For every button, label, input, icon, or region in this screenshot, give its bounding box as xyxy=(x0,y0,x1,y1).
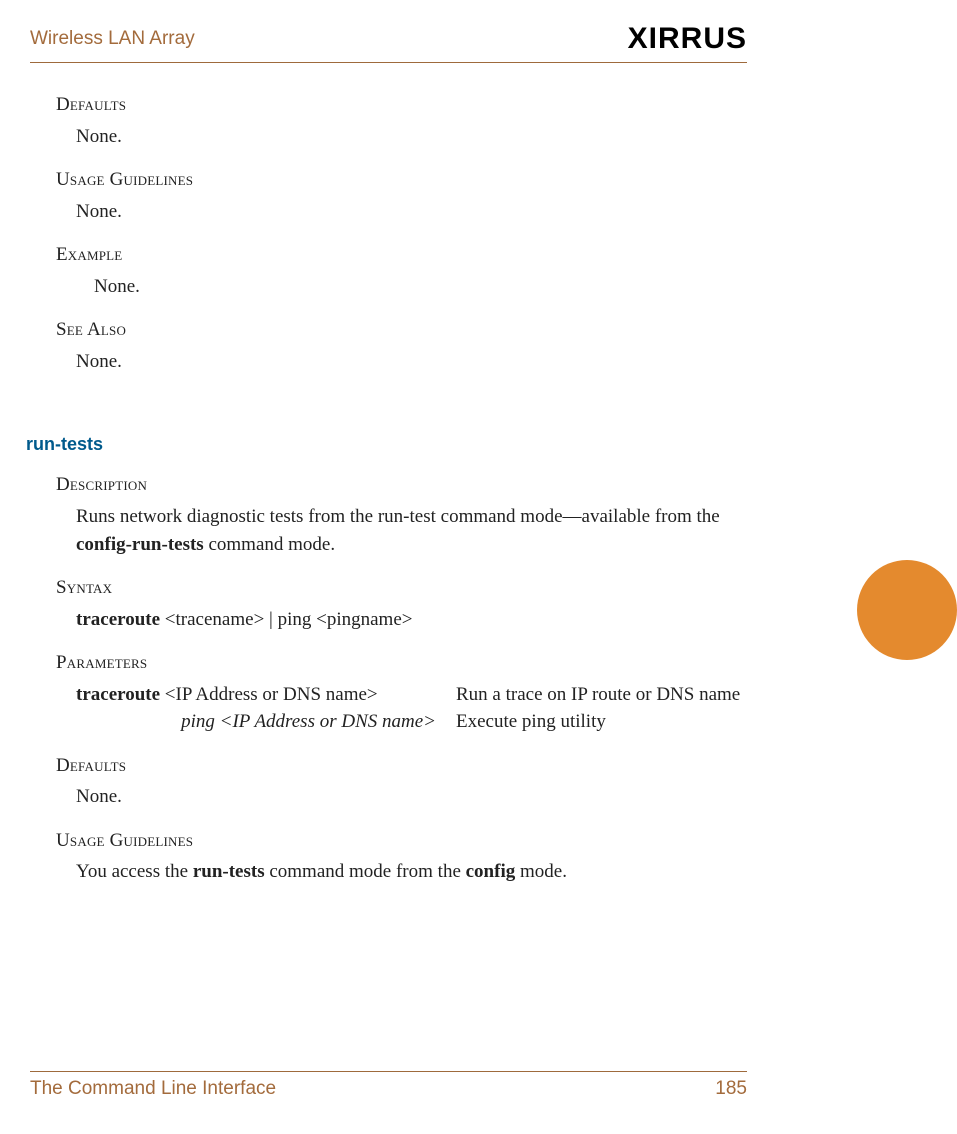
page-header: Wireless LAN Array XIRRUS xyxy=(0,22,957,56)
brand-logo-text: XIRRUS xyxy=(628,22,747,55)
usage-body: None. xyxy=(76,198,747,226)
param-rest: <IP Address or DNS name> xyxy=(160,684,378,705)
parameters-body: traceroute <IP Address or DNS name> Run … xyxy=(76,681,747,736)
page-content: Defaults None. Usage Guidelines None. Ex… xyxy=(0,63,957,886)
usage2-heading: Usage Guidelines xyxy=(56,827,747,855)
param-left: traceroute <IP Address or DNS name> xyxy=(76,681,456,709)
usage-b2: config xyxy=(466,861,516,882)
footer-left: The Command Line Interface xyxy=(30,1078,276,1100)
example-heading: Example xyxy=(56,241,747,269)
seealso-heading: See Also xyxy=(56,316,747,344)
description-body: Runs network diagnostic tests from the r… xyxy=(76,503,747,558)
command-title: run-tests xyxy=(26,431,747,457)
param-left: ping <IP Address or DNS name> xyxy=(76,708,456,736)
param-right: Execute ping utility xyxy=(456,708,747,736)
table-row: traceroute <IP Address or DNS name> Run … xyxy=(76,681,747,709)
description-heading: Description xyxy=(56,471,747,499)
usage-mid: command mode from the xyxy=(265,861,466,882)
syntax-rest: <tracename> | ping <pingname> xyxy=(160,609,412,630)
defaults2-heading: Defaults xyxy=(56,752,747,780)
defaults2-body: None. xyxy=(76,783,747,811)
desc-pre: Runs network diagnostic tests from the r… xyxy=(76,506,720,527)
usage-b1: run-tests xyxy=(193,861,265,882)
syntax-heading: Syntax xyxy=(56,574,747,602)
defaults-heading: Defaults xyxy=(56,91,747,119)
defaults-body: None. xyxy=(76,123,747,151)
syntax-bold: traceroute xyxy=(76,609,160,630)
usage2-body: You access the run-tests command mode fr… xyxy=(76,858,747,886)
desc-bold: config-run-tests xyxy=(76,534,204,555)
example-body: None. xyxy=(94,273,747,301)
doc-title: Wireless LAN Array xyxy=(30,28,195,50)
syntax-body: traceroute <tracename> | ping <pingname> xyxy=(76,606,747,634)
usage-heading: Usage Guidelines xyxy=(56,166,747,194)
page-footer: The Command Line Interface 185 xyxy=(30,1071,747,1100)
page-number: 185 xyxy=(715,1078,747,1100)
desc-post: command mode. xyxy=(204,534,335,555)
seealso-body: None. xyxy=(76,348,747,376)
usage-post: mode. xyxy=(515,861,567,882)
parameters-heading: Parameters xyxy=(56,649,747,677)
param-bold: traceroute xyxy=(76,684,160,705)
brand-logo: XIRRUS xyxy=(628,22,747,56)
table-row: ping <IP Address or DNS name> Execute pi… xyxy=(76,708,747,736)
section-marker-icon xyxy=(857,560,957,660)
usage-pre: You access the xyxy=(76,861,193,882)
param-italic: ping <IP Address or DNS name> xyxy=(181,711,436,732)
param-right: Run a trace on IP route or DNS name xyxy=(456,681,747,709)
footer-divider xyxy=(30,1071,747,1072)
